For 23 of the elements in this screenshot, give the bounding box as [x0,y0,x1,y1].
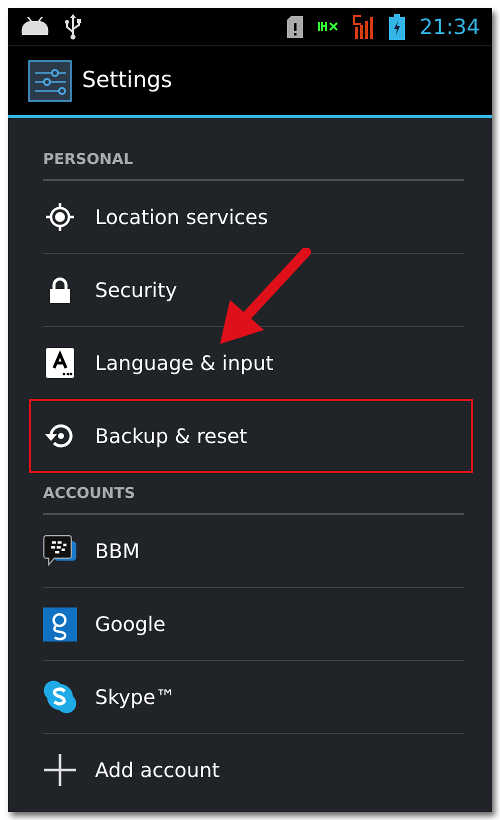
settings-app-icon[interactable] [28,60,72,102]
signal-activity-icon [317,22,340,32]
plus-icon [44,754,76,786]
settings-item[interactable]: Location services [43,181,464,254]
screen-title: Settings [82,68,172,93]
settings-item[interactable]: Skype™ [43,661,464,734]
signal-icon [353,14,376,38]
android-icon [20,16,50,36]
lock-icon [49,277,71,303]
keyboard-key-icon [46,348,74,378]
sd-card-warning-icon [287,16,304,38]
clock-time: 21:34 [419,14,480,38]
location-icon [45,202,75,232]
restore-icon [45,422,75,450]
settings-item[interactable]: BBM [43,515,464,588]
settings-item[interactable]: Add account [43,734,464,806]
settings-item[interactable]: Google [43,588,464,661]
google-icon [43,606,77,642]
section-header: ACCOUNTS [43,472,464,515]
highlighted-settings-item[interactable]: Backup & reset [30,400,472,472]
section-header: PERSONAL [43,138,464,181]
battery-charging-icon [389,14,406,40]
usb-icon [64,14,82,40]
